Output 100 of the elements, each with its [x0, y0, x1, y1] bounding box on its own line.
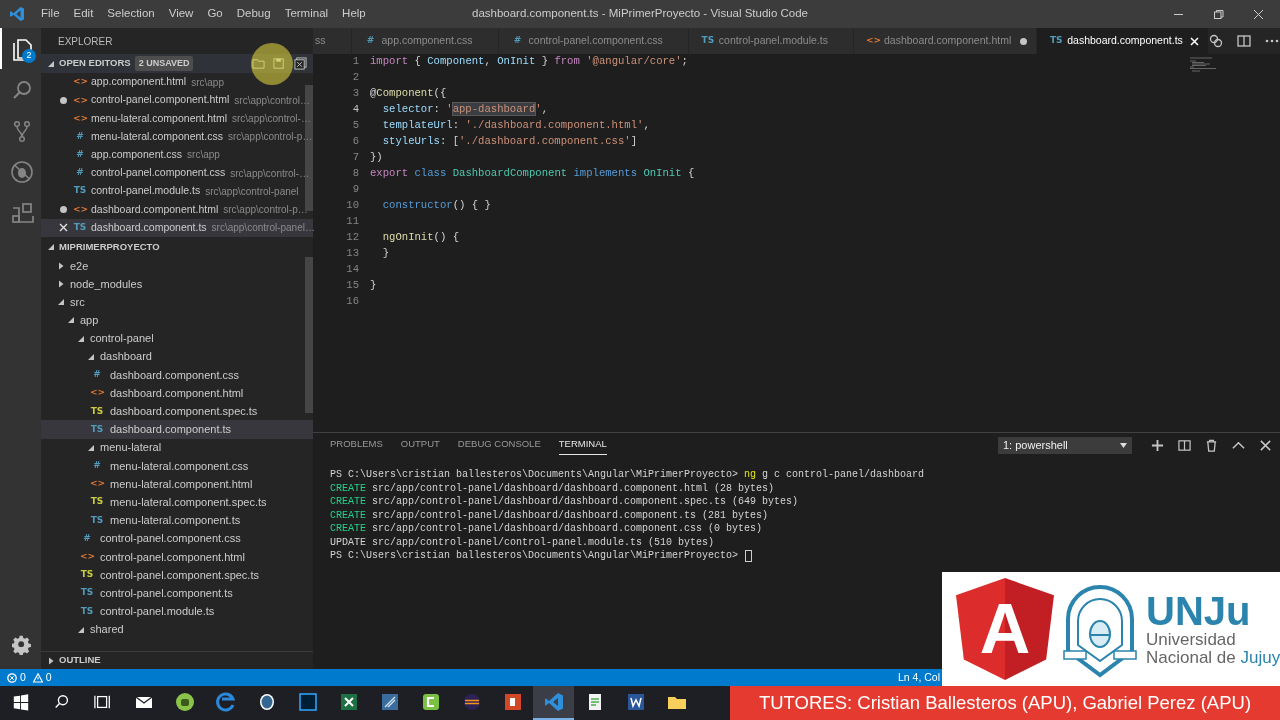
- file-path: src\app: [191, 75, 224, 90]
- tree-item[interactable]: TS dashboard.component.ts: [41, 420, 313, 439]
- tree-item[interactable]: # menu-lateral.component.css: [41, 456, 313, 475]
- app-icon[interactable]: [502, 692, 523, 712]
- tree-item[interactable]: <> dashboard.component.html: [41, 384, 313, 403]
- close-all-icon[interactable]: [294, 57, 307, 70]
- tree-item[interactable]: <> menu-lateral.component.html: [41, 474, 313, 494]
- tree-item[interactable]: control-panel: [41, 329, 313, 348]
- editor-tab[interactable]: TS dashboard.component.ts: [1037, 28, 1209, 54]
- code-editor-icon[interactable]: [543, 692, 564, 712]
- expanded-chevron-icon[interactable]: [57, 298, 65, 307]
- open-editor-item[interactable]: # app.component.css src\app: [41, 145, 313, 164]
- warnings-status[interactable]: 0: [32, 669, 52, 686]
- task-view-icon[interactable]: [93, 693, 112, 711]
- open-editor-item[interactable]: <> app.component.html src\app: [41, 73, 313, 92]
- menu-item[interactable]: Terminal: [277, 5, 336, 23]
- editor-tab[interactable]: TS control-panel.module.ts: [688, 28, 854, 54]
- menu-item[interactable]: File: [34, 5, 67, 23]
- tree-item[interactable]: shared: [41, 620, 313, 639]
- split-editor-icon[interactable]: [1236, 34, 1251, 48]
- open-editor-item[interactable]: <> dashboard.component.html src\app\control-p…: [41, 200, 313, 219]
- split-panel-icon[interactable]: [1178, 438, 1191, 452]
- blocks-icon[interactable]: [9, 200, 34, 225]
- line-number: 7: [351, 150, 359, 166]
- tree-item[interactable]: TS menu-lateral.component.ts: [41, 511, 313, 530]
- open-editor-item[interactable]: <> menu-lateral.component.html src\app\control-…: [41, 109, 313, 128]
- file-type-icon: <>: [73, 93, 87, 108]
- panel-tab[interactable]: OUTPUT: [400, 435, 440, 455]
- start-icon[interactable]: [11, 693, 30, 711]
- expanded-chevron-icon[interactable]: [77, 625, 85, 634]
- tree-item[interactable]: # dashboard.component.css: [41, 365, 313, 384]
- menu-item[interactable]: Edit: [66, 5, 101, 23]
- terminal-line: CREATE src/app/control-panel/dashboard/dashboard.component.html (28 bytes): [330, 481, 775, 496]
- editor-tab[interactable]: # app.component.css: [351, 28, 499, 54]
- section-header[interactable]: OPEN EDITORS: [47, 54, 131, 73]
- tree-item[interactable]: TS control-panel.component.ts: [41, 584, 313, 603]
- panel-tab[interactable]: TERMINAL: [558, 435, 607, 455]
- trash-icon[interactable]: [1205, 438, 1218, 452]
- tree-item[interactable]: # control-panel.component.css: [41, 529, 313, 548]
- expanded-chevron-icon[interactable]: [47, 242, 55, 251]
- tree-item[interactable]: TS control-panel.module.ts: [41, 602, 313, 621]
- app-icon[interactable]: [625, 692, 646, 712]
- window-title: dashboard.component.ts - MiPrimerProyecto - Visual Studio Code: [472, 6, 808, 22]
- app-icon[interactable]: [420, 692, 441, 712]
- tree-item[interactable]: <> control-panel.component.html: [41, 547, 313, 566]
- open-editor-item[interactable]: TS control-panel.module.ts src\app\control-panel: [41, 182, 313, 201]
- tree-item[interactable]: TS menu-lateral.component.spec.ts: [41, 493, 313, 512]
- open-editor-item[interactable]: # control-panel.component.css src\app\control-…: [41, 163, 313, 183]
- plus-icon[interactable]: [1151, 438, 1164, 452]
- line-number: 9: [351, 182, 359, 198]
- panel-tab[interactable]: DEBUG CONSOLE: [457, 435, 541, 455]
- restore-icon[interactable]: [1212, 8, 1224, 20]
- open-editor-item[interactable]: TS dashboard.component.ts src\app\control-panel…: [41, 218, 313, 237]
- expanded-chevron-icon[interactable]: [47, 59, 55, 68]
- menu-item[interactable]: Debug: [229, 5, 278, 23]
- e-shape-icon[interactable]: [215, 692, 236, 712]
- settings-icon[interactable]: [11, 634, 32, 655]
- open-editor-item[interactable]: # menu-lateral.component.css src\app\control-p…: [41, 127, 313, 146]
- close-icon[interactable]: [1259, 438, 1272, 452]
- terminal-dropdown[interactable]: 1: powershell: [998, 436, 1132, 454]
- editor-tab[interactable]: <> dashboard.component.html: [853, 28, 1038, 54]
- scrollbar-thumb[interactable]: [305, 256, 313, 413]
- panel-tab[interactable]: PROBLEMS: [330, 435, 383, 455]
- expanded-chevron-icon[interactable]: [77, 334, 85, 343]
- file-type-icon: <>: [865, 34, 880, 48]
- open-editor-item[interactable]: <> control-panel.component.html src\app\control…: [41, 91, 313, 110]
- tree-item[interactable]: node_modules: [41, 274, 313, 294]
- close-icon[interactable]: [1252, 8, 1264, 20]
- menu-item[interactable]: Go: [200, 5, 230, 23]
- menu-item[interactable]: Selection: [100, 5, 162, 23]
- editor-tab[interactable]: # control-panel.component.css: [498, 28, 689, 54]
- line-number: 3: [351, 86, 359, 102]
- tree-item[interactable]: app: [41, 311, 313, 330]
- bug-icon[interactable]: [9, 159, 34, 184]
- editor-tab[interactable]: ss: [313, 28, 352, 54]
- cursor-position[interactable]: Ln 4, Col: [897, 669, 940, 686]
- collapsed-chevron-icon[interactable]: [47, 656, 55, 665]
- expanded-chevron-icon[interactable]: [87, 443, 95, 452]
- tree-item[interactable]: menu-lateral: [41, 438, 313, 457]
- compare-icon[interactable]: [1208, 34, 1223, 48]
- collapsed-chevron-icon[interactable]: [57, 261, 65, 270]
- tree-item[interactable]: dashboard: [41, 347, 313, 366]
- university-name: Nacional de Jujuy: [1146, 649, 1280, 667]
- expanded-chevron-icon[interactable]: [67, 316, 75, 325]
- tree-item[interactable]: src: [41, 293, 313, 312]
- section-header[interactable]: MIPRIMERPROYECTO: [41, 236, 313, 257]
- credits-banner: TUTORES: Cristian Ballesteros (APU), Gabriel Perez (APU): [730, 686, 1280, 720]
- eclipse-icon[interactable]: [461, 692, 482, 712]
- errors-status[interactable]: 0: [7, 669, 26, 686]
- menu-item[interactable]: Help: [335, 5, 373, 23]
- expanded-chevron-icon[interactable]: [87, 352, 95, 361]
- menu-item[interactable]: View: [161, 5, 201, 23]
- tree-item[interactable]: e2e: [41, 256, 313, 275]
- app-icon[interactable]: [338, 692, 359, 712]
- collapsed-chevron-icon[interactable]: [57, 279, 65, 288]
- app-icon[interactable]: [379, 692, 400, 712]
- close-icon[interactable]: [58, 223, 68, 233]
- terminal-line: UPDATE src/app/control-panel/control-panel.module.ts (510 bytes): [330, 535, 715, 550]
- tree-item[interactable]: TS dashboard.component.spec.ts: [41, 402, 313, 421]
- tree-item[interactable]: TS control-panel.component.spec.ts: [41, 565, 313, 585]
